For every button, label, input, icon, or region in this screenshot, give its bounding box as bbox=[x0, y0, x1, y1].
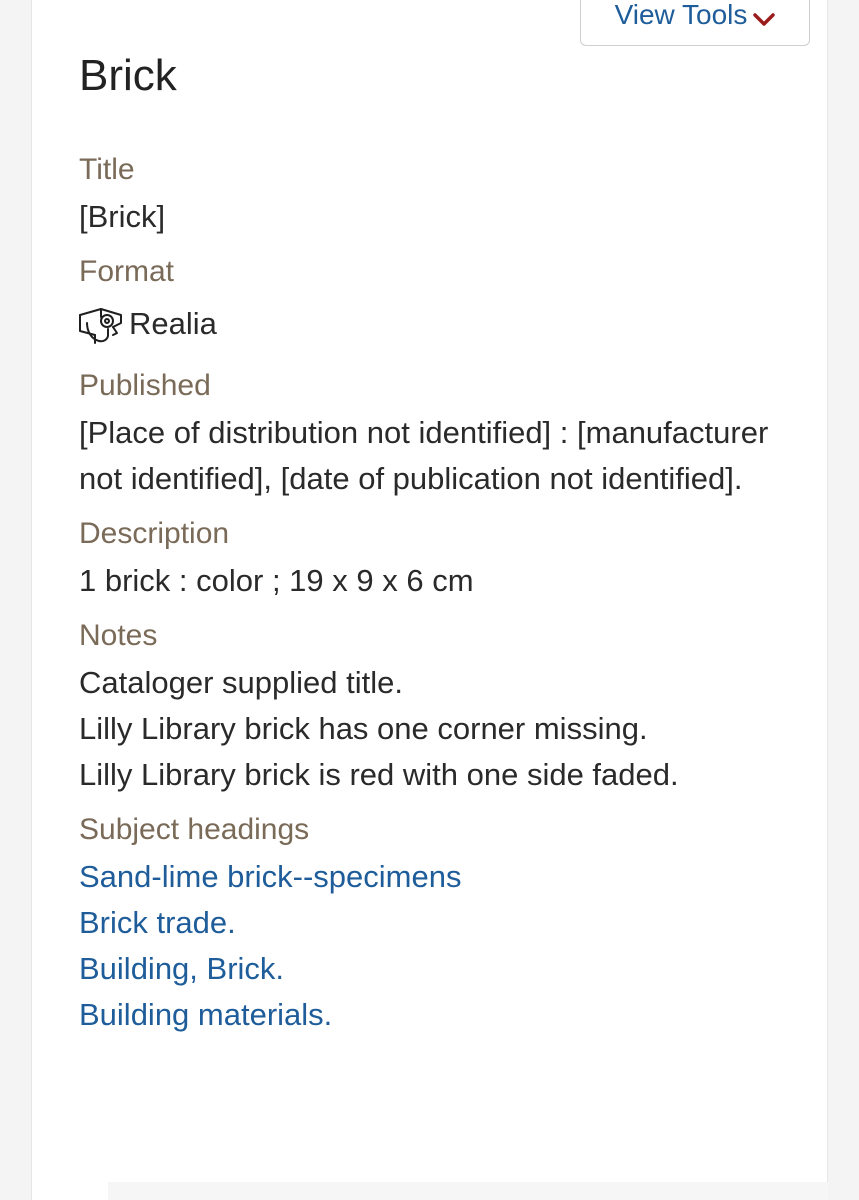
subject-link[interactable]: Brick trade. bbox=[79, 900, 779, 946]
format-text: Realia bbox=[129, 306, 217, 341]
subject-link[interactable]: Building, Brick. bbox=[79, 946, 779, 992]
format-label: Format bbox=[79, 255, 175, 288]
notes-list: Cataloger supplied title. Lilly Library … bbox=[79, 660, 779, 798]
published-value: [Place of distribution not identified] :… bbox=[79, 415, 769, 496]
record-fields: Title [Brick] Format Realia Published [P… bbox=[79, 146, 779, 1038]
subject-link[interactable]: Sand-lime brick--specimens bbox=[79, 854, 779, 900]
note-item: Lilly Library brick is red with one side… bbox=[79, 757, 679, 792]
subject-headings-label: Subject headings bbox=[79, 813, 310, 846]
realia-icon bbox=[79, 308, 122, 344]
notes-label: Notes bbox=[79, 619, 158, 652]
title-value: [Brick] bbox=[79, 199, 166, 234]
description-value: 1 brick : color ; 19 x 9 x 6 cm bbox=[79, 563, 474, 598]
title-label: Title bbox=[79, 153, 135, 186]
view-tools-label: View Tools bbox=[614, 0, 748, 30]
note-item: Lilly Library brick has one corner missi… bbox=[79, 711, 648, 746]
note-item: Cataloger supplied title. bbox=[79, 665, 403, 700]
format-value: Realia bbox=[79, 296, 779, 352]
view-tools-button[interactable]: View Tools bbox=[580, 0, 810, 46]
next-section-edge bbox=[108, 1182, 828, 1200]
published-label: Published bbox=[79, 369, 211, 402]
page-title: Brick bbox=[79, 51, 177, 100]
description-label: Description bbox=[79, 517, 230, 550]
subject-link[interactable]: Building materials. bbox=[79, 992, 779, 1038]
chevron-down-icon bbox=[753, 13, 776, 26]
subject-headings-list: Sand-lime brick--specimens Brick trade. … bbox=[79, 854, 779, 1038]
record-card: View Tools Brick Title [Brick] Format Re… bbox=[31, 0, 828, 1200]
